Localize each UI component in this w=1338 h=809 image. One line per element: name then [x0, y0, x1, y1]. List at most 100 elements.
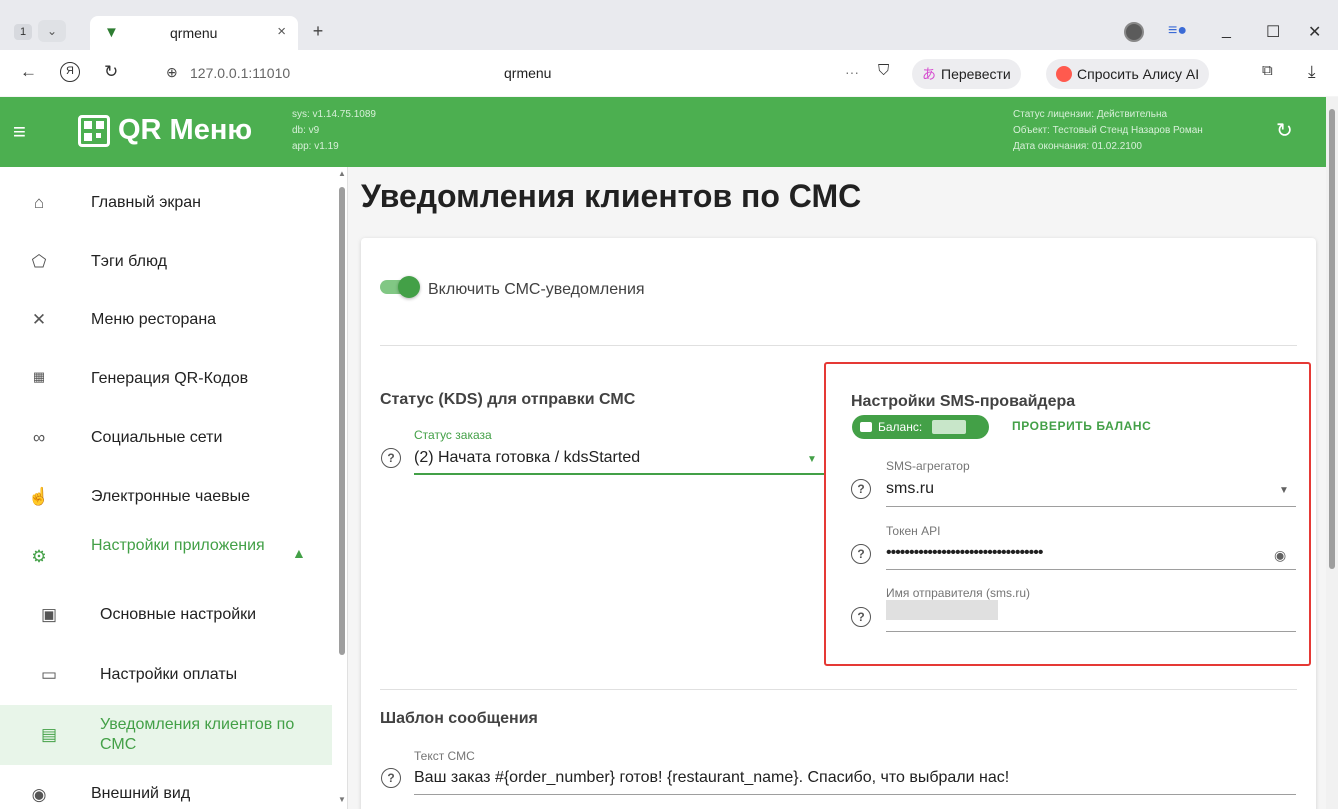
downloads-menu-icon[interactable]: ≡● — [1168, 22, 1187, 40]
sidebar-group-app-settings[interactable]: ⚙ Настройки приложения ▲ — [0, 529, 332, 587]
sidebar-item-label: Внешний вид — [91, 785, 191, 802]
sidebar-item-home[interactable]: ⌂ Главный экран — [0, 175, 332, 233]
maximize-icon[interactable]: ☐ — [1266, 22, 1280, 42]
home-icon: ⌂ — [33, 193, 45, 212]
globe-icon: ⊕ — [166, 64, 178, 80]
url-text[interactable]: 127.0.0.1:11010 — [190, 65, 290, 81]
back-icon[interactable]: ← — [20, 62, 37, 82]
aggregator-select[interactable]: sms.ru — [886, 480, 934, 498]
divider — [380, 689, 1297, 690]
sidebar-item-label: Уведомления клиентов по СМС — [100, 716, 295, 753]
help-icon[interactable]: ? — [851, 544, 871, 564]
balance-value-hidden — [932, 420, 966, 434]
sms-provider-settings: Настройки SMS-провайдера Баланс: ПРОВЕРИ… — [824, 362, 1311, 666]
app-header: ≡ QR Меню sys: v1.14.75.1089 db: v9 app:… — [0, 97, 1338, 167]
ask-alice-button[interactable]: Спросить Алису AI — [1046, 59, 1210, 89]
browser-tab-bar: 1 ⌄ ▼ qrmenu × + ≡● _ ☐ ✕ — [0, 0, 1338, 50]
page-scrollbar-thumb[interactable] — [1329, 109, 1335, 569]
alice-icon — [1056, 66, 1072, 82]
translate-label: Перевести — [941, 66, 1011, 82]
scroll-down-icon[interactable]: ▼ — [338, 795, 346, 804]
aggregator-label: SMS-агрегатор — [886, 459, 970, 473]
translate-icon: あ — [922, 66, 936, 82]
sidebar-item-label: Меню ресторана — [91, 311, 217, 328]
scroll-up-icon[interactable]: ▲ — [338, 169, 346, 178]
sender-underline — [886, 631, 1296, 632]
sidebar-item-label: Настройки оплаты — [100, 666, 238, 683]
sidebar-item-tags[interactable]: ⬠ Тэги блюд — [0, 234, 332, 292]
license-info: Статус лицензии: Действительна Объект: Т… — [1013, 107, 1203, 155]
tag-icon: ⬠ — [31, 252, 47, 271]
sidebar-item-label: Генерация QR-Кодов — [91, 370, 249, 387]
token-input[interactable]: •••••••••••••••••••••••••••••••••• — [886, 544, 1043, 562]
menu-icon[interactable]: ≡ — [13, 119, 26, 145]
help-icon[interactable]: ? — [851, 479, 871, 499]
sidebar-item-payment[interactable]: ▭ Настройки оплаты — [0, 647, 332, 705]
bookmark-icon[interactable]: ⛉ — [878, 62, 889, 79]
order-status-select[interactable]: (2) Начата готовка / kdsStarted — [414, 449, 640, 467]
sidebar-item-menu[interactable]: ✕ Меню ресторана — [0, 292, 332, 350]
extensions-icon[interactable]: ⧉ — [1262, 62, 1273, 79]
template-section-title: Шаблон сообщения — [380, 710, 538, 727]
sidebar-item-label: Социальные сети — [91, 429, 223, 446]
sidebar-item-qr[interactable]: ▦ Генерация QR-Кодов — [0, 351, 332, 409]
sms-text-input[interactable]: Ваш заказ #{order_number} готов! {restau… — [414, 769, 1009, 787]
help-icon[interactable]: ? — [381, 448, 401, 468]
sidebar-item-label: Электронные чаевые — [91, 488, 251, 505]
check-balance-button[interactable]: ПРОВЕРИТЬ БАЛАНС — [1012, 419, 1151, 433]
dropdown-arrow-icon[interactable]: ▼ — [807, 454, 817, 465]
dropdown-arrow-icon[interactable]: ▼ — [1279, 485, 1289, 496]
sidebar-item-appearance[interactable]: ◉ Внешний вид — [0, 765, 332, 809]
sms-text-underline — [414, 794, 1296, 795]
status-section-title: Статус (KDS) для отправки СМС — [380, 391, 636, 408]
wallet-icon — [860, 422, 872, 432]
sidebar-item-tips[interactable]: ☝ Электронные чаевые — [0, 469, 332, 527]
sys-version: sys: v1.14.75.1089 — [292, 109, 376, 120]
token-label: Токен API — [886, 524, 941, 538]
db-version: db: v9 — [292, 125, 320, 136]
version-info: sys: v1.14.75.1089 db: v9 app: v1.19 — [292, 107, 376, 155]
translate-button[interactable]: あ Перевести — [912, 59, 1021, 89]
show-password-icon[interactable]: ◉ — [1274, 547, 1286, 564]
qr-logo-icon — [78, 115, 110, 147]
reload-icon[interactable]: ↻ — [104, 62, 118, 82]
alice-label: Спросить Алису AI — [1077, 66, 1200, 82]
sidebar-scrollbar-thumb[interactable] — [339, 187, 345, 655]
tab-close-icon[interactable]: × — [277, 23, 286, 40]
tab-counter[interactable]: 1 — [14, 24, 32, 40]
refresh-icon[interactable]: ↻ — [1276, 118, 1293, 143]
close-window-icon[interactable]: ✕ — [1308, 22, 1321, 42]
sidebar-item-social[interactable]: ∞ Социальные сети — [0, 410, 332, 468]
profile-avatar[interactable] — [1124, 22, 1144, 42]
license-expiry: Дата окончания: 01.02.2100 — [1013, 141, 1142, 152]
sender-input-hidden[interactable] — [886, 600, 998, 620]
vue-favicon-icon: ▼ — [104, 24, 119, 41]
sidebar-item-label: Основные настройки — [100, 606, 257, 623]
sidebar-item-label: Настройки приложения — [91, 537, 265, 554]
minimize-icon[interactable]: _ — [1222, 22, 1231, 40]
more-icon[interactable]: ··· — [845, 64, 859, 80]
token-underline — [886, 569, 1296, 570]
help-icon[interactable]: ? — [381, 768, 401, 788]
sidebar-scrollbar[interactable]: ▲ ▼ — [336, 167, 348, 809]
sidebar-item-basic-settings[interactable]: ▣ Основные настройки — [0, 587, 332, 645]
download-icon[interactable]: ⤓ — [1308, 62, 1316, 82]
sidebar-item-sms-notifications[interactable]: ▤ Уведомления клиентов по СМС — [0, 705, 332, 765]
yandex-icon[interactable]: Я — [60, 62, 80, 82]
enable-sms-toggle[interactable] — [380, 276, 420, 298]
chevron-up-icon[interactable]: ▲ — [292, 545, 306, 561]
tabs-dropdown-button[interactable]: ⌄ — [38, 20, 66, 42]
toggle-knob[interactable] — [398, 276, 420, 298]
message-icon: ▤ — [40, 725, 58, 744]
enable-sms-label[interactable]: Включить СМС-уведомления — [428, 281, 645, 299]
new-tab-button[interactable]: + — [306, 20, 330, 44]
browser-tab[interactable]: ▼ qrmenu × — [90, 16, 298, 50]
page-scrollbar[interactable] — [1326, 97, 1338, 809]
order-status-underline — [414, 473, 824, 475]
help-icon[interactable]: ? — [851, 607, 871, 627]
address-bar: ← Я ↻ ⊕ 127.0.0.1:11010 qrmenu ··· ⛉ あ Пе… — [0, 50, 1338, 96]
app-brand: QR Меню — [118, 114, 253, 146]
provider-title: Настройки SMS-провайдера — [851, 393, 1076, 410]
aggregator-underline — [886, 506, 1296, 507]
license-object: Объект: Тестовый Стенд Назаров Роман — [1013, 125, 1203, 136]
